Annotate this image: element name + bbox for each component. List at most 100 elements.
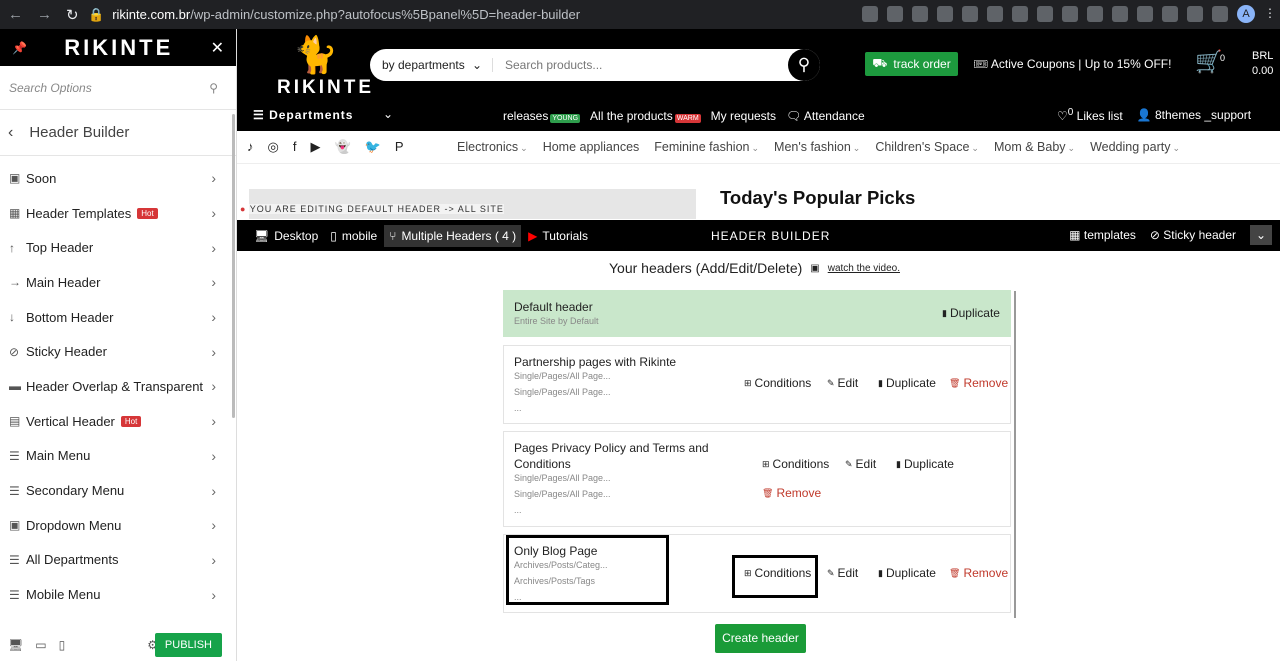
close-icon[interactable]: ✕ [211,38,224,58]
departments-button[interactable]: ☰ Departments [253,108,353,122]
mobile-preview-icon[interactable]: ▯ [59,638,66,652]
twitter-icon[interactable]: 🐦 [365,139,381,155]
nav-link[interactable]: 🗨 Attendance [786,109,865,123]
tablet-preview-icon[interactable]: ▭ [35,638,46,652]
extension-icon[interactable] [1112,6,1128,22]
conditions-button[interactable]: ⊞ Conditions [744,376,811,390]
category-item[interactable]: Children's Space ⌄ [875,140,979,154]
back-icon[interactable]: ← [8,6,23,24]
category-item[interactable]: Feminine fashion ⌄ [654,140,759,154]
edit-button[interactable]: ✎ Edit [827,566,858,580]
back-button[interactable]: ‹ Header Builder [0,110,236,156]
extension-icon[interactable] [1062,6,1078,22]
duplicate-button[interactable]: ▮ Duplicate [878,566,936,580]
search-options-input[interactable]: Search Options ⚲ [0,66,236,110]
duplicate-button[interactable]: ▮ Duplicate [878,376,936,390]
chevron-right-icon: › [211,517,216,534]
extension-icon[interactable] [1087,6,1103,22]
category-item[interactable]: Wedding party ⌄ [1090,140,1180,154]
pinterest-icon[interactable]: P [395,139,404,155]
chevron-down-icon[interactable]: ⌄ [383,107,393,121]
edit-button[interactable]: ✎ Edit [845,457,876,471]
nav-links: releases YOUNG All the products WARM My requ… [503,109,865,123]
youtube-icon[interactable]: ▶ [310,139,320,155]
sidebar-item[interactable]: ☰ All Departments › [0,543,236,578]
extension-icon[interactable] [962,6,978,22]
more-icon[interactable]: ⋮ [1264,6,1276,22]
sidebar-item[interactable]: ☰ Main Menu › [0,439,236,474]
facebook-icon[interactable]: f [293,139,297,155]
track-order-button[interactable]: ⛟ track order [865,52,958,76]
mobile-tab[interactable]: ▯ mobile [325,225,382,247]
desktop-preview-icon[interactable]: 🖥 [8,638,23,652]
watch-video-link[interactable]: watch the video. [828,263,900,274]
publish-button[interactable]: PUBLISH [154,632,222,657]
sidebar-item[interactable]: ▣ Dropdown Menu › [0,508,236,543]
tutorials-tab[interactable]: ▶ Tutorials [523,225,593,247]
coupon-link[interactable]: 🎟 Active Coupons | Up to 15% OFF! [973,57,1171,71]
extension-icon[interactable] [1037,6,1053,22]
nav-link[interactable]: releases YOUNG [503,109,581,123]
sidebar-item[interactable]: ☰ Secondary Menu › [0,473,236,508]
category-item[interactable]: Home appliances [543,140,640,154]
tiktok-icon[interactable]: ♪ [247,139,254,155]
sidebar-item[interactable]: ▤ Vertical Header Hot › [0,404,236,439]
cart-icon[interactable]: 🛒 [1195,49,1222,75]
extension-icon[interactable] [987,6,1003,22]
category-item[interactable]: Electronics ⌄ [457,140,528,154]
sidebar-item[interactable]: ▬ Header Overlap & Transparent › [0,369,236,404]
sidebar-item[interactable]: ↑ Top Header › [0,230,236,265]
search-button[interactable]: ⚲ [788,49,820,81]
category-item[interactable]: Men's fashion ⌄ [774,140,860,154]
header-name: Pages Privacy Policy and Terms and Condi… [514,441,709,471]
remove-button[interactable]: 🗑 Remove [949,376,1008,390]
search-products-input[interactable]: Search products... [493,58,788,72]
desktop-tab[interactable]: 🖥 Desktop [249,225,323,247]
sidebar-scrollbar[interactable] [232,114,235,418]
conditions-button[interactable]: ⊞ Conditions [762,457,829,471]
remove-button[interactable]: 🗑 Remove [949,566,1008,580]
forward-icon[interactable]: → [37,6,52,24]
avatar[interactable]: A [1237,5,1255,23]
edit-button[interactable]: ✎ Edit [827,376,858,390]
nav-link[interactable]: All the products WARM [590,109,701,123]
multiple-headers-tab[interactable]: ⑂ Multiple Headers ( 4 ) [384,224,522,247]
extension-icon[interactable] [1162,6,1178,22]
extension-icon[interactable] [1012,6,1028,22]
sidebar-item[interactable]: ▣ Soon › [0,161,236,196]
nav-link[interactable]: My requests [711,109,776,123]
sticky-header-button[interactable]: ⊘ Sticky header [1150,228,1236,242]
translate-icon[interactable] [862,6,878,22]
star-icon[interactable] [912,6,928,22]
duplicate-button[interactable]: ▮ Duplicate [942,306,1000,320]
create-header-button[interactable]: Create header [715,624,806,653]
templates-button[interactable]: ▦ templates [1069,228,1136,242]
department-select[interactable]: by departments ⌄ [370,58,493,72]
header-list-scrollbar[interactable] [1014,291,1016,618]
extension-icon[interactable] [1137,6,1153,22]
snapchat-icon[interactable]: 👻 [334,139,350,155]
sidebar-item[interactable]: ↓ Bottom Header › [0,300,236,335]
duplicate-button[interactable]: ▮ Duplicate [896,457,954,471]
puzzle-icon[interactable] [1187,6,1203,22]
sidebar-item[interactable]: ▦ Header Templates Hot › [0,196,236,231]
sidebar-item[interactable]: → Main Header › [0,265,236,300]
category-item[interactable]: Mom & Baby ⌄ [994,140,1075,154]
mobile-tab-label: mobile [341,228,378,243]
hot-badge: Hot [137,207,158,219]
remove-button[interactable]: 🗑 Remove [762,486,821,500]
pin-icon[interactable]: 📌 [12,41,27,55]
instagram-icon[interactable]: ◎ [268,139,279,155]
account-link[interactable]: 👤 8themes _support [1137,108,1251,122]
site-logo[interactable]: 🐈 RIKINTE [277,33,371,99]
share-icon[interactable] [887,6,903,22]
address-bar[interactable]: 🔒 rikinte.com.br/wp-admin/customize.php?… [88,7,580,23]
sidebar-item[interactable]: ☰ Mobile Menu › [0,577,236,612]
likes-link[interactable]: ♡0 Likes list [1057,107,1123,123]
extension-icon[interactable] [937,6,953,22]
sidepanel-icon[interactable] [1212,6,1228,22]
sidebar-item[interactable]: ⊘ Sticky Header › [0,334,236,369]
reload-icon[interactable]: ↻ [66,6,79,24]
toolbar-collapse-button[interactable]: ⌄ [1250,225,1272,245]
cart-total[interactable]: BRL 0.00 [1252,49,1273,79]
